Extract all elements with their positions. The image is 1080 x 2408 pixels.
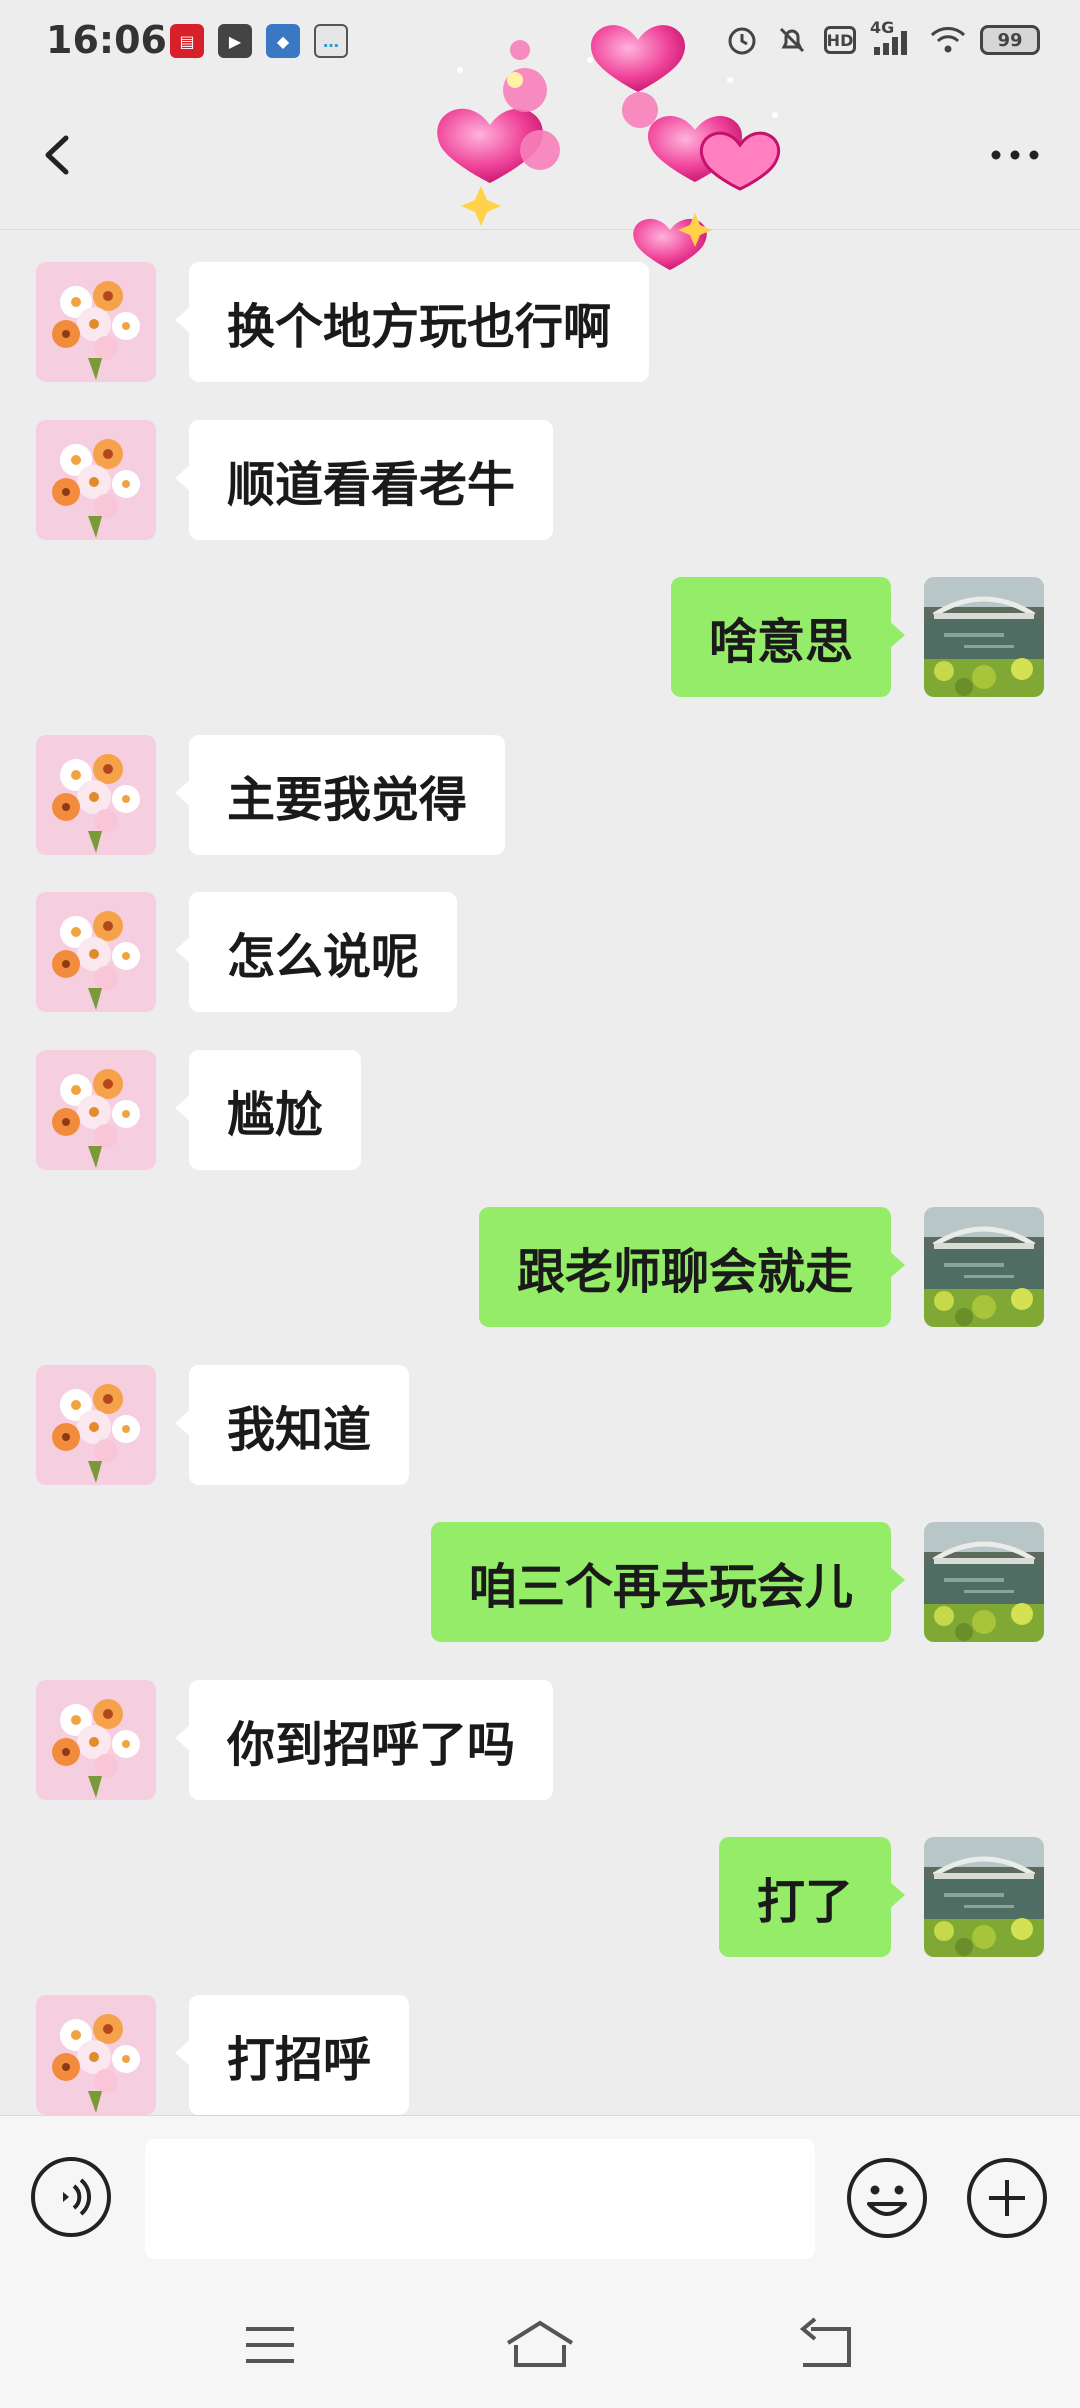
message-bubble[interactable]: 换个地方玩也行啊 (174, 262, 650, 382)
emoji-icon[interactable] (845, 2156, 929, 2240)
signal-icon: 4G (870, 18, 916, 58)
contact-avatar[interactable] (36, 892, 156, 1012)
contact-avatar[interactable] (36, 1679, 156, 1800)
video-play-icon: ▶ (218, 24, 252, 58)
status-bar: 16:06 ▤ ▶ ◆ … HD 4G 99 (0, 0, 1080, 80)
system-navigation-bar (0, 2275, 1080, 2408)
message-bubble[interactable]: 你到招呼了吗 (174, 1679, 554, 1800)
message-bubble[interactable]: 打招呼 (174, 1994, 410, 2115)
message-bubble[interactable]: 尴尬 (174, 1049, 362, 1170)
battery-icon: 99 (980, 25, 1040, 55)
incoming-message: 你到招呼了吗 (0, 1679, 1080, 1800)
message-bubble[interactable]: 跟老师聊会就走 (478, 1207, 906, 1327)
alarm-icon (724, 22, 760, 58)
incoming-message: 尴尬 (0, 1049, 1080, 1170)
message-bubble[interactable]: 我知道 (174, 1364, 410, 1485)
more-dots-icon[interactable] (980, 120, 1050, 190)
message-input[interactable] (145, 2139, 815, 2259)
outgoing-message: 跟老师聊会就走 (0, 1207, 1080, 1327)
menu-icon[interactable] (230, 2315, 310, 2375)
message-bubble[interactable]: 咱三个再去玩会儿 (430, 1522, 906, 1642)
contact-avatar[interactable] (36, 1364, 156, 1485)
message-bubble[interactable]: 顺道看看老牛 (174, 419, 554, 540)
incoming-message: 怎么说呢 (0, 892, 1080, 1012)
my-avatar[interactable] (924, 1837, 1044, 1957)
home-icon[interactable] (500, 2315, 580, 2375)
incoming-message: 打招呼 (0, 1994, 1080, 2115)
chat-app-icon: … (314, 24, 348, 58)
status-time: 16:06 (46, 18, 167, 62)
input-bar (0, 2115, 1080, 2275)
outgoing-message: 啥意思 (0, 577, 1080, 697)
wifi-icon (930, 22, 966, 58)
chat-header (0, 80, 1080, 230)
incoming-message: 我知道 (0, 1364, 1080, 1485)
game-app-icon: ◆ (266, 24, 300, 58)
voice-icon[interactable] (30, 2156, 112, 2238)
network-type: 4G (870, 18, 895, 37)
message-bubble[interactable]: 打了 (718, 1837, 906, 1957)
system-icons: HD 4G 99 (724, 18, 1040, 58)
outgoing-message: 咱三个再去玩会儿 (0, 1522, 1080, 1642)
contact-avatar[interactable] (36, 262, 156, 382)
mute-bell-icon (774, 22, 810, 58)
contact-avatar[interactable] (36, 734, 156, 855)
message-bubble[interactable]: 主要我觉得 (174, 734, 506, 855)
notification-icons: ▤ ▶ ◆ … (170, 24, 348, 58)
message-bubble[interactable]: 啥意思 (670, 577, 906, 697)
plus-icon[interactable] (965, 2156, 1049, 2240)
contact-avatar[interactable] (36, 1994, 156, 2115)
news-app-icon: ▤ (170, 24, 204, 58)
my-avatar[interactable] (924, 1207, 1044, 1327)
message-bubble[interactable]: 怎么说呢 (174, 892, 458, 1012)
contact-avatar[interactable] (36, 419, 156, 540)
my-avatar[interactable] (924, 577, 1044, 697)
outgoing-message: 打了 (0, 1837, 1080, 1957)
contact-avatar[interactable] (36, 1049, 156, 1170)
chat-message-list[interactable]: 换个地方玩也行啊 顺道看看老牛 啥意思主要我觉得怎么说呢尴尬 跟老师聊会就走 我知道 咱三… (0, 230, 1080, 2115)
back-icon[interactable] (785, 2315, 865, 2375)
hd-icon: HD (824, 26, 856, 54)
back-chevron-icon[interactable] (30, 120, 90, 190)
incoming-message: 换个地方玩也行啊 (0, 262, 1080, 382)
incoming-message: 主要我觉得 (0, 734, 1080, 855)
incoming-message: 顺道看看老牛 (0, 419, 1080, 540)
my-avatar[interactable] (924, 1522, 1044, 1642)
